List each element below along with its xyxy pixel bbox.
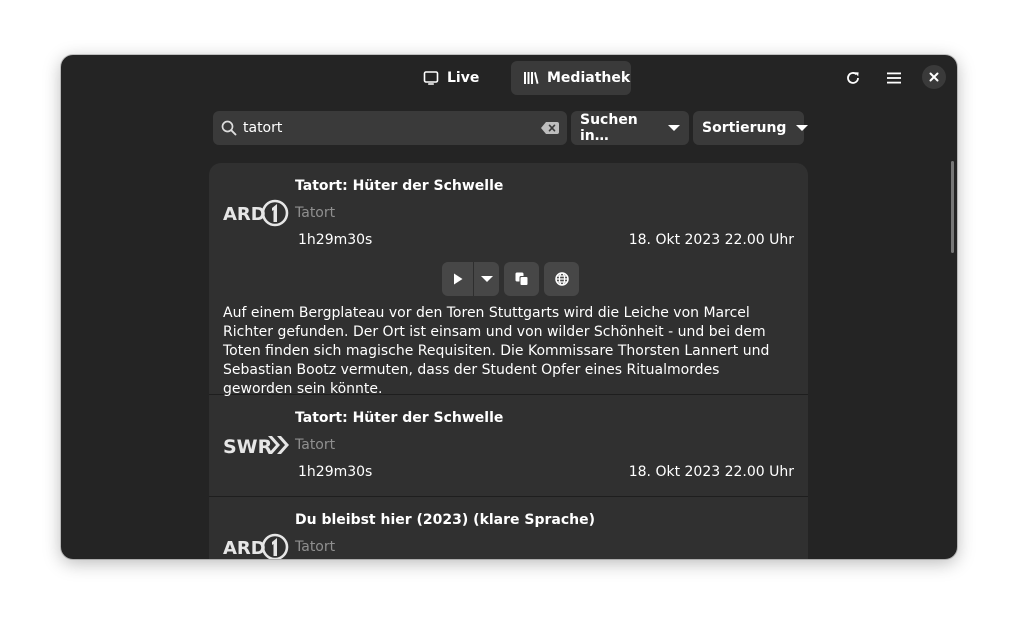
view-switcher-mediathek-label: Mediathek — [547, 70, 631, 86]
copy-icon — [515, 272, 528, 286]
hamburger-menu-icon — [887, 72, 901, 84]
item-subtitle: Tatort — [295, 205, 336, 221]
results-scrollbar[interactable] — [951, 161, 954, 253]
tv-icon — [423, 71, 439, 85]
sort-dropdown[interactable]: Sortierung — [693, 111, 809, 145]
library-icon — [524, 72, 539, 84]
globe-icon — [554, 272, 569, 286]
view-switcher-mediathek[interactable]: Mediathek — [511, 61, 631, 95]
header-bar: Live Mediathek — [61, 55, 957, 101]
search-in-dropdown[interactable]: Suchen in… — [571, 111, 689, 145]
view-switcher-live-label: Live — [447, 70, 480, 86]
play-icon — [453, 273, 462, 285]
results-list: ARD Tatort: Hüter der Schwelle Tatort 1h… — [209, 163, 808, 559]
close-window-button[interactable] — [922, 65, 946, 89]
search-in-label: Suchen in… — [580, 112, 638, 144]
item-title: Du bleibst hier (2023) (klare Sprache) — [295, 512, 596, 528]
main-menu-button[interactable] — [880, 64, 908, 92]
chevron-down-icon — [480, 276, 493, 282]
ard-logo: ARD — [223, 197, 289, 229]
svg-text:ARD: ARD — [223, 538, 266, 559]
item-title: Tatort: Hüter der Schwelle — [295, 410, 504, 426]
play-options-button[interactable] — [474, 262, 499, 296]
item-duration: 1h29m30s — [298, 464, 373, 480]
item-date: 18. Okt 2023 22.00 Uhr — [628, 464, 794, 480]
chevron-down-icon — [796, 125, 809, 131]
item-duration: 1h29m30s — [298, 232, 373, 248]
app-window: Live Mediathek tatort Suchen in… Sortier… — [61, 55, 957, 559]
play-button[interactable] — [442, 262, 474, 296]
open-website-button[interactable] — [544, 262, 579, 296]
search-icon — [221, 120, 237, 136]
list-item[interactable]: ARD Du bleibst hier (2023) (klare Sprach… — [209, 497, 808, 559]
refresh-button[interactable] — [839, 64, 867, 92]
sort-label: Sortierung — [702, 120, 787, 136]
item-actions — [442, 262, 579, 296]
search-input[interactable] — [243, 120, 541, 136]
chevron-down-icon — [668, 125, 680, 131]
list-item[interactable]: ARD Tatort: Hüter der Schwelle Tatort 1h… — [209, 163, 808, 397]
item-description: Auf einem Bergplateau vor den Toren Stut… — [223, 305, 770, 397]
play-split-button — [442, 262, 499, 296]
item-date: 18. Okt 2023 22.00 Uhr — [628, 232, 794, 248]
item-subtitle: Tatort — [295, 437, 336, 453]
item-title: Tatort: Hüter der Schwelle — [295, 178, 504, 194]
item-subtitle: Tatort — [295, 539, 336, 555]
ard-logo: ARD — [223, 531, 289, 559]
search-entry[interactable] — [213, 111, 567, 145]
svg-text:SWR: SWR — [223, 436, 273, 458]
clear-search-button[interactable] — [541, 119, 559, 137]
copy-url-button[interactable] — [504, 262, 539, 296]
view-switcher-live[interactable]: Live — [411, 61, 489, 95]
swr-logo: SWR — [223, 429, 289, 461]
svg-text:ARD: ARD — [223, 204, 266, 225]
close-icon — [929, 72, 939, 82]
clear-text-icon — [541, 122, 559, 134]
list-item[interactable]: SWR Tatort: Hüter der Schwelle Tatort 1h… — [209, 395, 808, 497]
refresh-icon — [847, 72, 859, 84]
